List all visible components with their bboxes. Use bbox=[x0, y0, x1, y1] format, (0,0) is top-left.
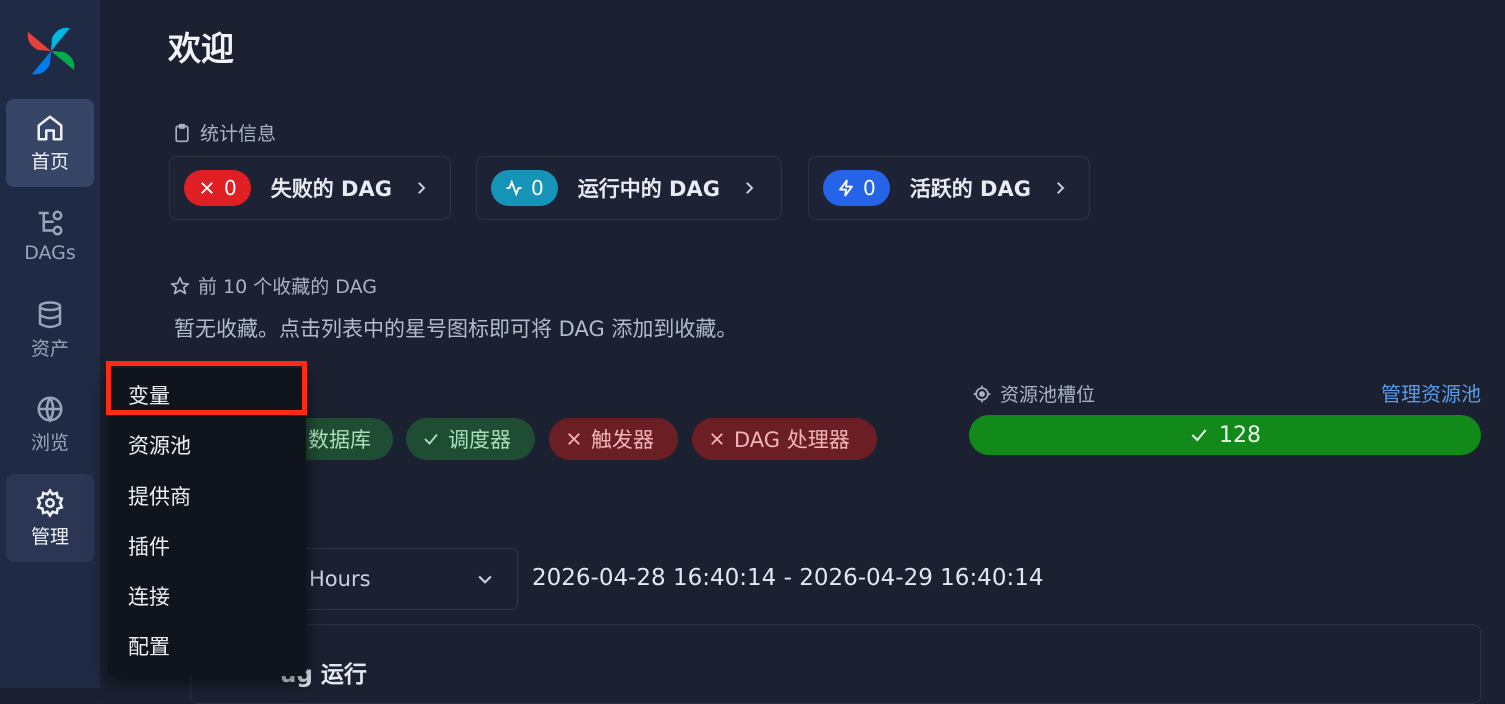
menu-item-connections[interactable]: 连接 bbox=[128, 581, 170, 611]
health-pill-scheduler: 调度器 bbox=[406, 418, 535, 460]
gear-icon bbox=[35, 488, 65, 518]
database-icon bbox=[35, 300, 65, 330]
chevron-right-icon bbox=[412, 179, 430, 197]
highlight-box bbox=[106, 361, 307, 415]
pool-slots-bar[interactable]: 128 bbox=[969, 415, 1481, 455]
dags-icon bbox=[35, 208, 65, 238]
home-icon bbox=[35, 113, 65, 143]
health-pill-dag-processor: DAG 处理器 bbox=[692, 418, 877, 460]
main-content: 欢迎 统计信息 0 失败的 DAG 0 运行中的 DAG 0 活跃的 DAG 前… bbox=[100, 0, 1505, 688]
stat-card-active[interactable]: 0 活跃的 DAG bbox=[808, 156, 1090, 220]
sidebar-item-admin[interactable]: 管理 bbox=[6, 474, 94, 562]
menu-item-pools[interactable]: 资源池 bbox=[128, 430, 191, 460]
stat-label: 运行中的 DAG bbox=[578, 173, 720, 203]
pool-section-label: 资源池槽位 bbox=[972, 380, 1095, 407]
sidebar-item-label: DAGs bbox=[24, 242, 76, 264]
time-range-select[interactable]: Hours bbox=[280, 548, 518, 610]
menu-item-plugins[interactable]: 插件 bbox=[128, 531, 170, 561]
running-count-badge: 0 bbox=[491, 170, 558, 206]
stat-card-running[interactable]: 0 运行中的 DAG bbox=[476, 156, 782, 220]
activity-icon bbox=[505, 179, 523, 197]
stats-section-label: 统计信息 bbox=[172, 119, 276, 146]
sidebar-item-browse[interactable]: 浏览 bbox=[6, 380, 94, 468]
x-icon bbox=[708, 430, 726, 448]
sidebar-item-label: 管理 bbox=[31, 522, 69, 549]
sidebar-item-label: 浏览 bbox=[31, 428, 69, 455]
globe-icon bbox=[35, 394, 65, 424]
active-count-badge: 0 bbox=[823, 170, 890, 206]
sidebar-item-home[interactable]: 首页 bbox=[6, 99, 94, 187]
sidebar: 首页 DAGs 资产 浏览 管理 bbox=[0, 0, 100, 688]
sidebar-item-assets[interactable]: 资产 bbox=[6, 286, 94, 374]
manage-pools-link[interactable]: 管理资源池 bbox=[1381, 378, 1481, 407]
chevron-down-icon bbox=[475, 569, 495, 589]
page-title: 欢迎 bbox=[168, 22, 234, 70]
x-icon bbox=[198, 179, 216, 197]
chevron-right-icon bbox=[1051, 179, 1069, 197]
stat-label: 活跃的 DAG bbox=[910, 173, 1031, 203]
x-icon bbox=[565, 430, 583, 448]
check-icon bbox=[1189, 425, 1209, 445]
airflow-logo-icon[interactable] bbox=[24, 24, 78, 78]
crosshair-icon bbox=[972, 384, 992, 404]
menu-item-providers[interactable]: 提供商 bbox=[128, 481, 191, 511]
sidebar-item-dags[interactable]: DAGs bbox=[6, 192, 94, 280]
check-icon bbox=[422, 430, 440, 448]
health-pill-triggerer: 触发器 bbox=[549, 418, 678, 460]
sidebar-item-label: 首页 bbox=[31, 147, 69, 174]
time-range-text: 2026-04-28 16:40:14 - 2026-04-29 16:40:1… bbox=[532, 565, 1043, 591]
favorites-section-label: 前 10 个收藏的 DAG bbox=[170, 272, 377, 299]
lightning-icon bbox=[837, 179, 855, 197]
stat-card-failed[interactable]: 0 失败的 DAG bbox=[169, 156, 451, 220]
favorites-empty-text: 暂无收藏。点击列表中的星号图标即可将 DAG 添加到收藏。 bbox=[174, 313, 737, 343]
sidebar-item-label: 资产 bbox=[31, 334, 69, 361]
dag-runs-card bbox=[190, 624, 1481, 704]
stat-label: 失败的 DAG bbox=[271, 173, 392, 203]
star-icon bbox=[170, 276, 190, 296]
chevron-right-icon bbox=[740, 179, 758, 197]
failed-count-badge: 0 bbox=[184, 170, 251, 206]
clipboard-icon bbox=[172, 123, 192, 143]
menu-item-config[interactable]: 配置 bbox=[128, 631, 170, 661]
